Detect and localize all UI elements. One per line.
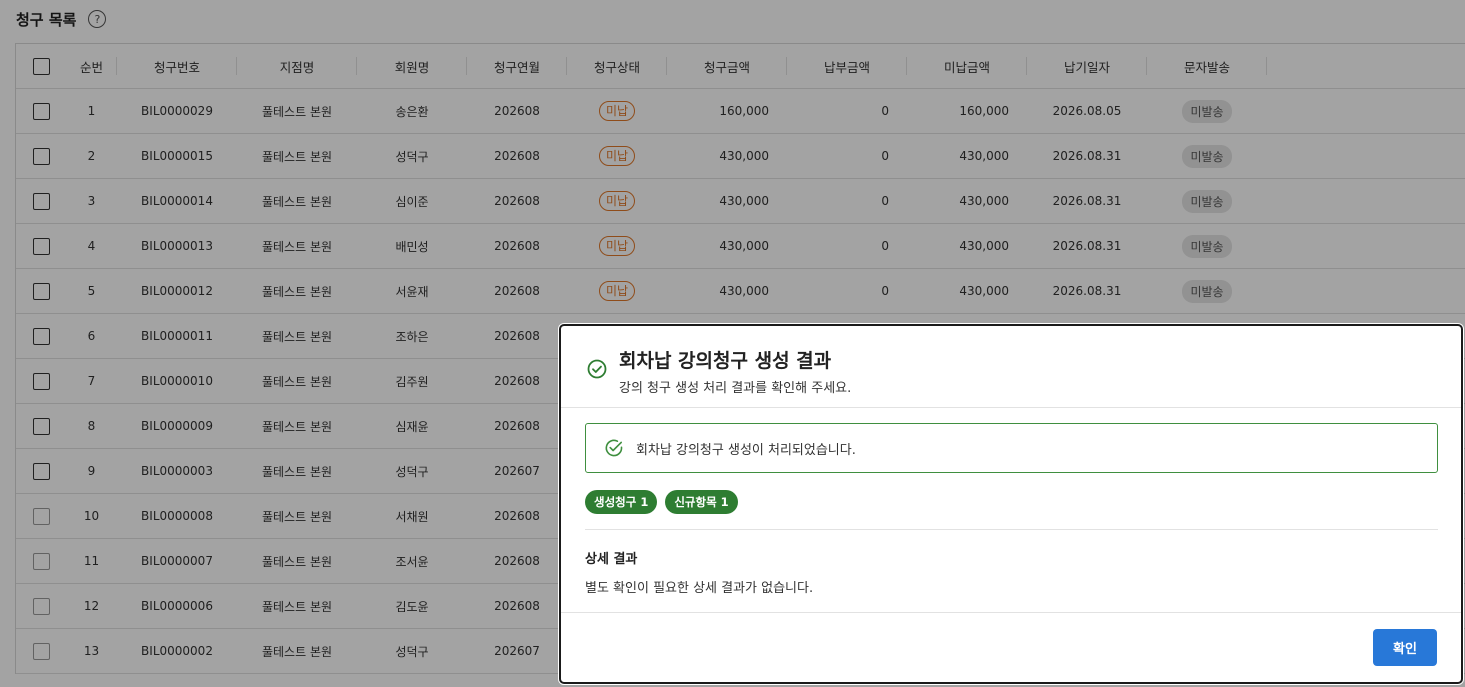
section-divider [585,529,1438,530]
modal-title: 회차납 강의청구 생성 결과 [619,350,832,372]
new-items-pill: 신규항목 1 [665,490,738,514]
success-check-icon [605,439,623,457]
success-alert: 회차납 강의청구 생성이 처리되었습니다. [585,423,1438,473]
detail-text: 별도 확인이 필요한 상세 결과가 없습니다. [585,581,814,596]
modal-header: 회차납 강의청구 생성 결과 강의 청구 생성 처리 결과를 확인해 주세요. [561,326,1461,408]
check-circle-icon [587,359,607,379]
detail-title: 상세 결과 [585,552,638,567]
confirm-button[interactable]: 확인 [1373,629,1437,666]
created-bills-pill: 생성청구 1 [585,490,658,514]
footer-divider [561,612,1461,613]
result-pills: 생성청구 1 신규항목 1 [585,490,738,514]
result-modal: 회차납 강의청구 생성 결과 강의 청구 생성 처리 결과를 확인해 주세요. … [559,324,1463,684]
modal-subtitle: 강의 청구 생성 처리 결과를 확인해 주세요. [619,381,852,396]
alert-text: 회차납 강의청구 생성이 처리되었습니다. [636,442,856,458]
